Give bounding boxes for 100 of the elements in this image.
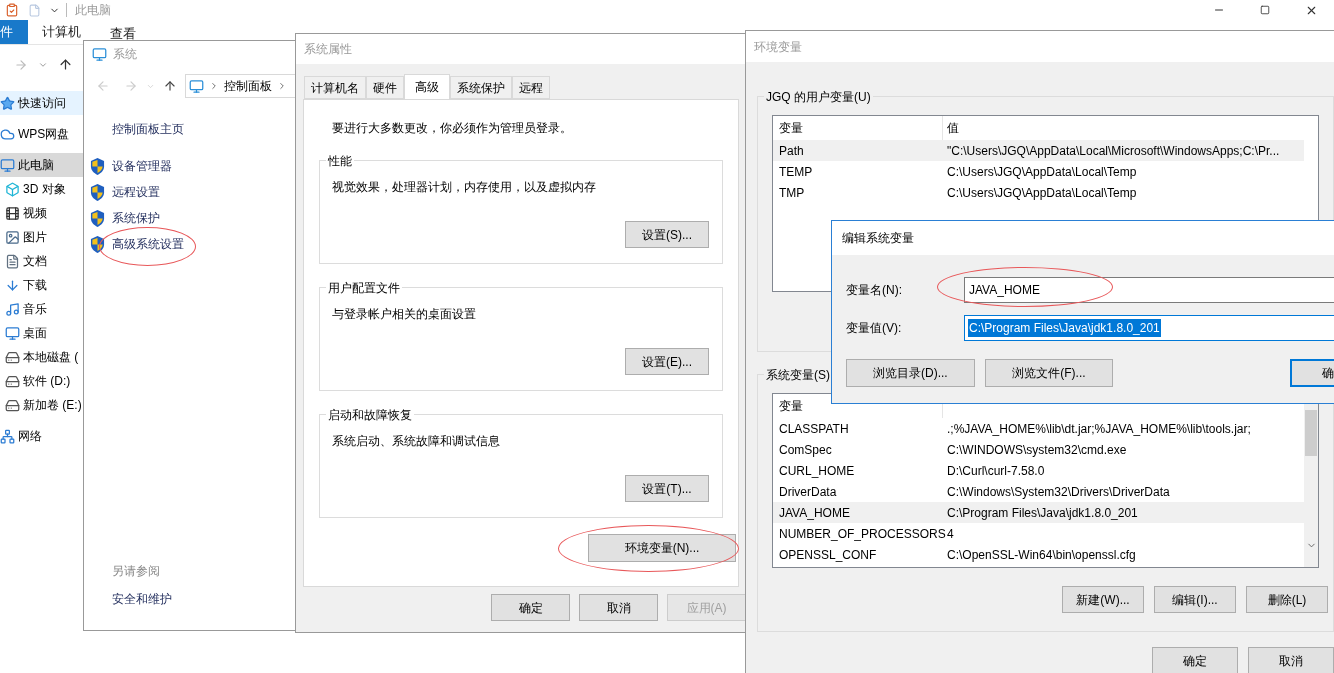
cube-icon <box>5 181 20 197</box>
up-icon[interactable] <box>163 79 177 93</box>
variable-name: CURL_HOME <box>778 462 856 480</box>
shield-icon <box>90 209 105 227</box>
variable-value: C:\OpenSSL-Win64\bin\openssl.cfg <box>946 546 1136 564</box>
variable-name: JAVA_HOME <box>778 504 851 522</box>
variable-row[interactable]: CLASSPATH .;%JAVA_HOME%\lib\dt.jar;%JAVA_HOME%\lib\tools.jar; <box>773 418 1304 439</box>
monitor-icon <box>189 78 204 94</box>
variable-row[interactable]: JAVA_HOME C:\Program Files\Java\jdk1.8.0_201 <box>773 502 1304 523</box>
task-link[interactable]: 远程设置 <box>112 185 160 199</box>
network-icon <box>0 428 15 444</box>
nav-item[interactable]: 3D 对象 <box>0 177 83 201</box>
nav-item[interactable]: 网络 <box>0 424 83 448</box>
variable-value: D:\Curl\curl-7.58.0 <box>946 462 1045 480</box>
dialog-button[interactable]: 确定 <box>1152 647 1238 673</box>
maximize-icon[interactable] <box>1260 5 1270 15</box>
tab[interactable]: 高级 <box>404 74 450 100</box>
group-description: 视觉效果，处理器计划，内存使用，以及虚拟内存 <box>332 179 597 196</box>
variable-row[interactable]: OPENSSL_CONF C:\OpenSSL-Win64\bin\openssl.cfg <box>773 544 1304 565</box>
ribbon-tab[interactable]: 件 <box>0 20 28 44</box>
task-link[interactable]: 设备管理器 <box>112 159 172 173</box>
nav-item[interactable]: 视频 <box>0 201 83 225</box>
window-title: 此电脑 <box>75 2 111 19</box>
variable-row[interactable]: ComSpec C:\WINDOWS\system32\cmd.exe <box>773 439 1304 460</box>
dialog-button[interactable]: 设置(E)... <box>625 348 709 375</box>
tab[interactable]: 远程 <box>512 76 550 99</box>
up-icon[interactable] <box>58 57 73 72</box>
tab[interactable]: 系统保护 <box>450 76 512 99</box>
drive-icon <box>5 397 20 413</box>
group-title: 启动和故障恢复 <box>326 406 414 424</box>
dialog-button[interactable]: 浏览文件(F)... <box>984 359 1114 387</box>
window-title: 环境变量 <box>754 38 802 56</box>
back-icon[interactable] <box>96 79 110 93</box>
text-field[interactable]: JAVA_HOME <box>964 277 1334 303</box>
tab[interactable]: 计算机名 <box>304 76 366 99</box>
address-bar[interactable]: 控制面板 <box>185 74 296 98</box>
forward-icon[interactable] <box>14 57 28 72</box>
dialog-button[interactable]: 删除(L) <box>1246 586 1328 613</box>
see-also-link[interactable]: 安全和维护 <box>112 590 172 608</box>
ribbon-tab[interactable]: 查看 <box>110 20 136 44</box>
shield-icon <box>90 157 105 175</box>
dialog-button[interactable]: 环境变量(N)... <box>588 534 736 562</box>
window-title: 系统属性 <box>304 41 352 58</box>
nav-item[interactable]: 本地磁盘 ( <box>0 345 83 369</box>
task-link[interactable]: 高级系统设置 <box>112 237 184 251</box>
window-title: 系统 <box>113 46 137 63</box>
dialog-button[interactable]: 取消 <box>579 594 658 621</box>
nav-item[interactable]: 音乐 <box>0 297 83 321</box>
dialog-button[interactable]: 确 <box>1290 359 1334 387</box>
nav-item[interactable]: 快速访问 <box>0 91 83 115</box>
nav-item[interactable]: 新加卷 (E:) <box>0 393 83 417</box>
variable-row[interactable]: NUMBER_OF_PROCESSORS4 <box>773 523 1304 544</box>
variable-row[interactable]: Path "C:\Users\JGQ\AppData\Local\Microsoft\WindowsApps;C:\Pr... <box>773 140 1304 161</box>
cloud-icon <box>0 126 15 142</box>
section-heading: 另请参阅 <box>112 563 160 580</box>
tab[interactable]: 硬件 <box>366 76 404 99</box>
nav-item[interactable]: 图片 <box>0 225 83 249</box>
dialog-button[interactable]: 取消 <box>1248 647 1334 673</box>
variable-value: "C:\Users\JGQ\AppData\Local\Microsoft\WindowsApps;C:\Pr... <box>946 142 1280 160</box>
group-title: 性能 <box>326 152 354 170</box>
variable-name: ComSpec <box>778 441 833 459</box>
ribbon-tab[interactable]: 计算机 <box>42 20 81 44</box>
chevron-icon <box>209 81 219 91</box>
variable-name: DriverData <box>778 483 838 501</box>
variable-row[interactable]: CURL_HOME D:\Curl\curl-7.58.0 <box>773 460 1304 481</box>
dialog-button[interactable]: 确定 <box>491 594 570 621</box>
desktop-icon <box>5 325 20 341</box>
drive-icon <box>5 373 20 389</box>
nav-item[interactable]: WPS网盘 <box>0 122 83 146</box>
shield-icon <box>90 183 105 201</box>
variable-name: TEMP <box>778 163 814 181</box>
dialog-button[interactable]: 设置(T)... <box>625 475 709 502</box>
variable-row[interactable]: DriverData C:\Windows\System32\Drivers\DriverData <box>773 481 1304 502</box>
text-field[interactable]: C:\Program Files\Java\jdk1.8.0_201 <box>964 315 1334 341</box>
dialog-button[interactable]: 编辑(I)... <box>1154 586 1236 613</box>
download-icon <box>5 277 20 293</box>
nav-item[interactable]: 此电脑 <box>0 153 83 177</box>
field-label: 变量名(N): <box>846 282 903 299</box>
group-title: 系统变量(S) <box>764 366 832 384</box>
nav-item[interactable]: 桌面 <box>0 321 83 345</box>
dialog-button[interactable]: 设置(S)... <box>625 221 709 248</box>
music-icon <box>5 301 20 317</box>
scrollbar-thumb[interactable] <box>1305 410 1317 456</box>
nav-item[interactable]: 下载 <box>0 273 83 297</box>
dialog-button[interactable]: 新建(W)... <box>1062 586 1144 613</box>
forward-icon[interactable] <box>124 79 138 93</box>
column-header[interactable]: 值 <box>943 116 1318 140</box>
breadcrumb-item[interactable]: 控制面板 <box>224 77 272 95</box>
star-icon <box>0 95 15 111</box>
variable-value: C:\Program Files\Java\jdk1.8.0_201 <box>946 504 1138 522</box>
task-link[interactable]: 系统保护 <box>112 211 160 225</box>
field-label: 变量值(V): <box>846 320 903 337</box>
variable-row[interactable]: TMP C:\Users\JGQ\AppData\Local\Temp <box>773 182 1304 203</box>
nav-item[interactable]: 软件 (D:) <box>0 369 83 393</box>
field-value: JAVA_HOME <box>968 282 1041 299</box>
document-icon <box>5 253 20 269</box>
nav-item[interactable]: 文档 <box>0 249 83 273</box>
dialog-button[interactable]: 浏览目录(D)... <box>846 359 975 387</box>
variable-row[interactable]: TEMP C:\Users\JGQ\AppData\Local\Temp <box>773 161 1304 182</box>
home-link[interactable]: 控制面板主页 <box>112 120 184 138</box>
